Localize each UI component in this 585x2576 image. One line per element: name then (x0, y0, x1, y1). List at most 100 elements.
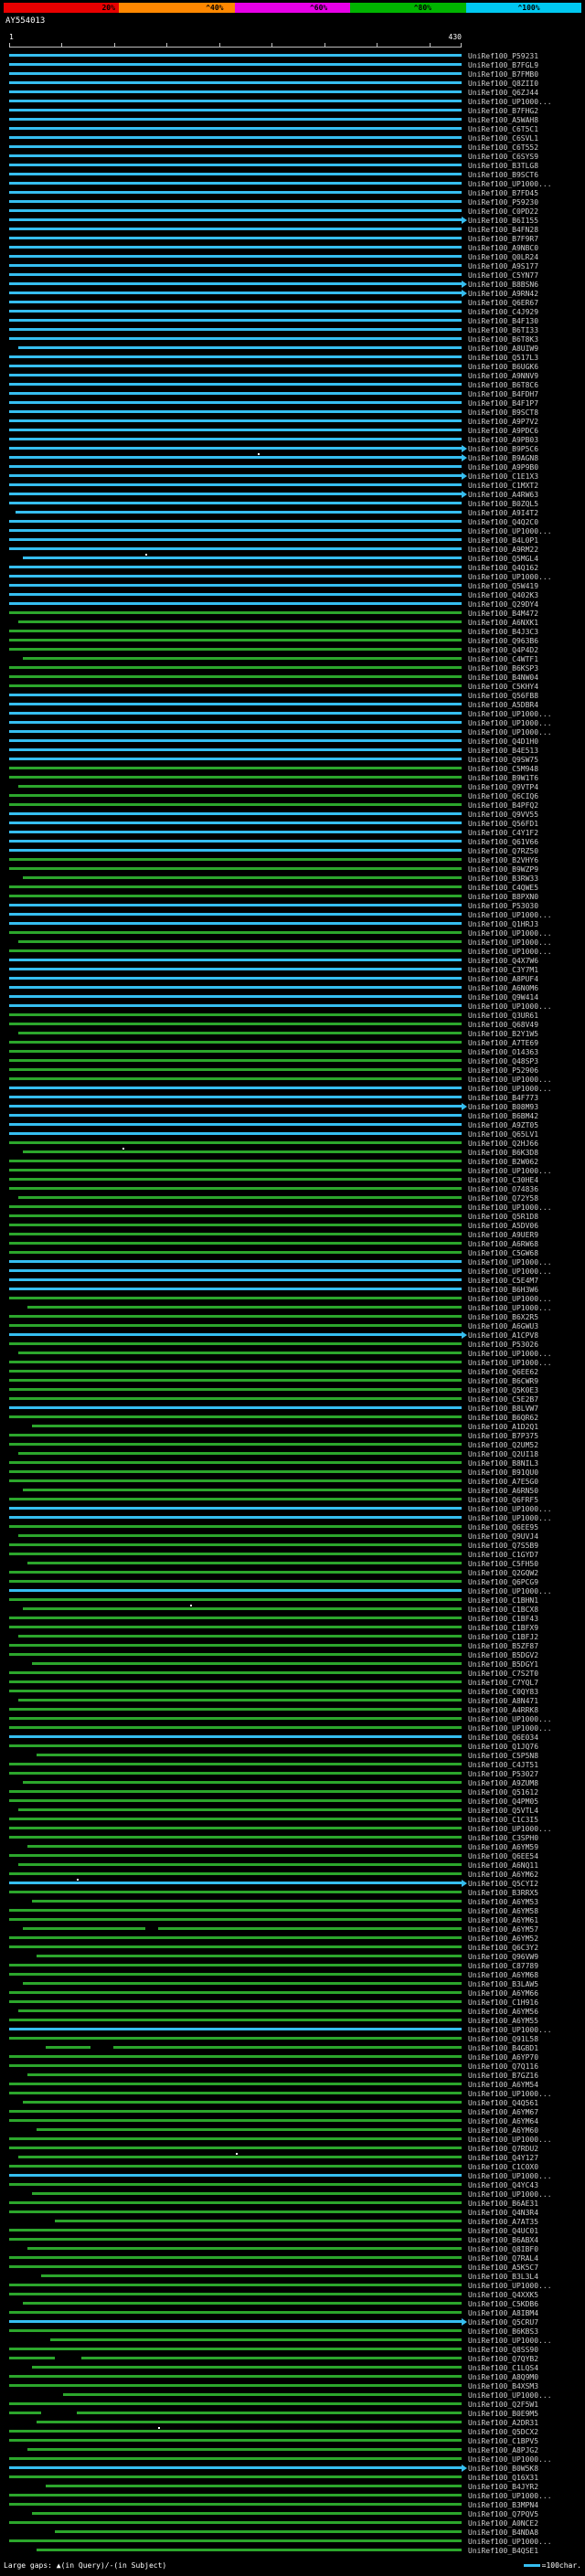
hit-label[interactable]: UniRef100_A0NCE2 (468, 2519, 538, 2528)
hit-bar[interactable] (9, 1059, 462, 1062)
hit-bar[interactable] (9, 374, 462, 376)
hit-bar[interactable] (9, 1808, 462, 1811)
hit-label[interactable]: UniRef100_B3RRX5 (468, 1889, 538, 1897)
hit-bar[interactable] (9, 2101, 462, 2104)
hit-label[interactable]: UniRef100_UP1000... (468, 2538, 552, 2546)
hit-label[interactable]: UniRef100_Q8ZII0 (468, 80, 538, 88)
hit-label[interactable]: UniRef100_C4J929 (468, 308, 538, 316)
hit-label[interactable]: UniRef100_B4XSM3 (468, 2382, 538, 2390)
hit-label[interactable]: UniRef100_A5DV06 (468, 1222, 538, 1230)
hit-bar[interactable] (9, 2475, 462, 2478)
hit-label[interactable]: UniRef100_A6YM56 (468, 2008, 538, 2016)
hit-bar[interactable] (9, 1680, 462, 1683)
hit-bar[interactable] (9, 2393, 462, 2396)
hit-bar[interactable] (9, 1744, 462, 1747)
hit-bar[interactable] (9, 611, 462, 614)
hit-bar[interactable] (9, 2009, 462, 2012)
hit-bar[interactable] (9, 812, 462, 815)
hit-label[interactable]: UniRef100_UP1000... (468, 1505, 552, 1513)
hit-bar[interactable] (9, 209, 462, 212)
hit-label[interactable]: UniRef100_A7AT35 (468, 2218, 538, 2226)
hit-label[interactable]: UniRef100_Q7RZ50 (468, 847, 538, 855)
hit-label[interactable]: UniRef100_A6YM55 (468, 2017, 538, 2025)
hit-label[interactable]: UniRef100_UP1000... (468, 1825, 552, 1833)
hit-bar[interactable] (9, 410, 462, 413)
hit-label[interactable]: UniRef100_C6T552 (468, 143, 538, 152)
hit-label[interactable]: UniRef100_Q8SS90 (468, 2346, 538, 2354)
hit-bar[interactable] (9, 1525, 462, 1528)
hit-bar[interactable] (9, 2384, 462, 2387)
hit-bar[interactable] (9, 118, 462, 121)
hit-bar[interactable] (9, 895, 462, 897)
hit-bar[interactable] (9, 648, 462, 651)
hit-label[interactable]: UniRef100_UP1000... (468, 1587, 552, 1595)
hit-bar[interactable] (9, 2110, 462, 2113)
hit-bar[interactable] (9, 1854, 462, 1857)
hit-label[interactable]: UniRef100_C5YN77 (468, 271, 538, 280)
hit-label[interactable]: UniRef100_O74836 (468, 1185, 538, 1193)
hit-label[interactable]: UniRef100_A9PDC6 (468, 427, 538, 435)
hit-label[interactable]: UniRef100_A9S177 (468, 262, 538, 270)
hit-label[interactable]: UniRef100_B9P5C6 (468, 445, 538, 453)
hit-bar[interactable] (9, 1964, 462, 1966)
hit-bar[interactable] (9, 1397, 462, 1400)
hit-bar[interactable] (9, 2357, 462, 2359)
hit-bar[interactable] (9, 218, 462, 221)
hit-bar[interactable] (9, 1352, 462, 1354)
hit-bar[interactable] (9, 1324, 462, 1327)
hit-bar[interactable] (9, 1023, 462, 1025)
hit-bar[interactable] (9, 1205, 462, 1208)
hit-label[interactable]: UniRef100_A9ZUM8 (468, 1779, 538, 1787)
hit-bar[interactable] (9, 1818, 462, 1820)
hit-bar[interactable] (9, 593, 462, 596)
hit-label[interactable]: UniRef100_B4F773 (468, 1094, 538, 1102)
hit-bar[interactable] (9, 1516, 462, 1519)
hit-bar[interactable] (9, 675, 462, 678)
hit-bar[interactable] (9, 1087, 462, 1089)
hit-bar[interactable] (9, 419, 462, 422)
hit-bar[interactable] (9, 1132, 462, 1135)
hit-bar[interactable] (9, 1653, 462, 1656)
hit-label[interactable]: UniRef100_B4NW04 (468, 673, 538, 682)
hit-bar[interactable] (9, 401, 462, 404)
hit-bar[interactable] (9, 575, 462, 578)
hit-bar[interactable] (9, 2229, 462, 2231)
hit-bar[interactable] (9, 1982, 462, 1985)
hit-bar[interactable] (9, 712, 462, 715)
hit-label[interactable]: UniRef100_Q4X7W6 (468, 957, 538, 965)
hit-bar[interactable] (9, 90, 462, 93)
hit-label[interactable]: UniRef100_B2Y1W5 (468, 1030, 538, 1038)
hit-bar[interactable] (9, 1150, 462, 1153)
hit-label[interactable]: UniRef100_B4L0P1 (468, 536, 538, 545)
hit-label[interactable]: UniRef100_Q6CIQ6 (468, 792, 538, 800)
hit-bar[interactable] (9, 1434, 462, 1436)
hit-bar[interactable] (9, 2201, 462, 2204)
hit-label[interactable]: UniRef100_Q2HJ66 (468, 1140, 538, 1148)
hit-bar[interactable] (9, 355, 462, 358)
hit-label[interactable]: UniRef100_A9I4T2 (468, 509, 538, 517)
hit-bar[interactable] (9, 493, 462, 495)
hit-label[interactable]: UniRef100_C3Y7M1 (468, 966, 538, 974)
hit-label[interactable]: UniRef100_B3L3L4 (468, 2273, 538, 2281)
hit-bar[interactable] (9, 849, 462, 852)
hit-bar[interactable] (9, 474, 462, 477)
hit-label[interactable]: UniRef100_Q5R1D8 (468, 1213, 538, 1221)
hit-label[interactable]: UniRef100_UP1000... (468, 2282, 552, 2290)
hit-label[interactable]: UniRef100_Q16X31 (468, 2474, 538, 2482)
hit-label[interactable]: UniRef100_C1BHN1 (468, 1596, 538, 1605)
hit-bar[interactable] (9, 1333, 462, 1336)
hit-bar[interactable] (9, 1534, 462, 1537)
hit-label[interactable]: UniRef100_Q402K3 (468, 591, 538, 599)
hit-bar[interactable] (9, 2165, 462, 2168)
hit-label[interactable]: UniRef100_Q4Q162 (468, 564, 538, 572)
hit-bar[interactable] (9, 1315, 462, 1318)
hit-bar[interactable] (9, 2311, 462, 2314)
hit-label[interactable]: UniRef100_B7P375 (468, 1432, 538, 1440)
hit-bar[interactable] (9, 1863, 462, 1866)
hit-bar[interactable] (9, 136, 462, 139)
hit-label[interactable]: UniRef100_P53026 (468, 1341, 538, 1349)
hit-label[interactable]: UniRef100_B3LAW5 (468, 1980, 538, 1988)
hit-label[interactable]: UniRef100_C5KHY4 (468, 683, 538, 691)
hit-label[interactable]: UniRef100_P52906 (468, 1066, 538, 1075)
hit-label[interactable]: UniRef100_C7YQL7 (468, 1679, 538, 1687)
